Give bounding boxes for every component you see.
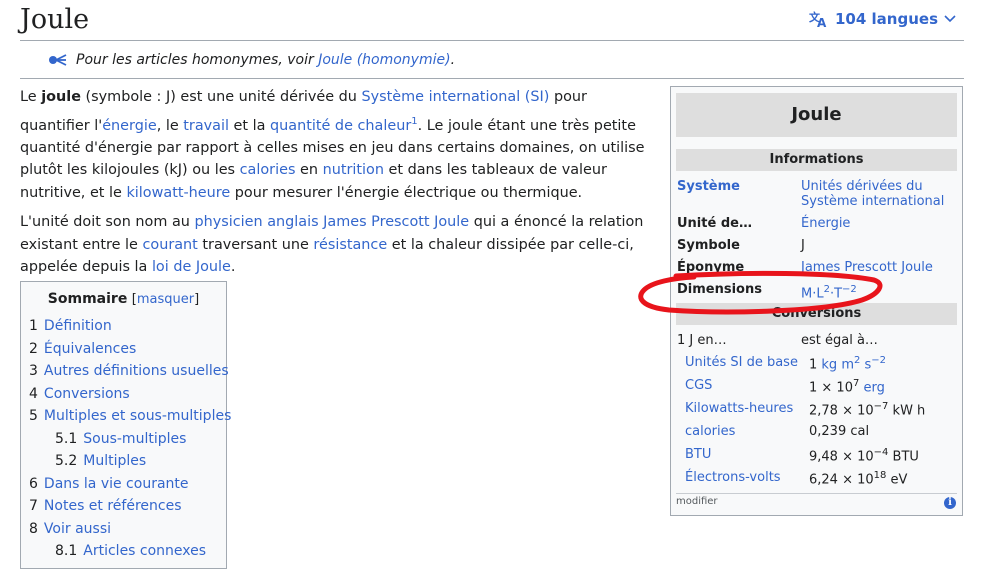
languages-button[interactable]: 文 A 104 langues — [809, 10, 956, 28]
infobox: Joule Informations Système Unités dérivé… — [670, 86, 963, 516]
link-joule-person[interactable]: James Prescott Joule — [323, 214, 469, 230]
toc-item[interactable]: 2 Équivalences — [21, 338, 226, 361]
page-header: Joule 文 A 104 langues — [20, 0, 964, 41]
link-energie[interactable]: énergie — [102, 117, 156, 133]
toc-title: Sommaire — [47, 291, 128, 307]
link-physicien[interactable]: physicien anglais — [194, 214, 318, 230]
infobox-section-conversions: Conversions — [676, 303, 957, 325]
disambiguation-icon — [49, 54, 67, 66]
toc-header: Sommaire [masquer] — [47, 291, 200, 307]
translate-icon: 文 A — [809, 10, 827, 28]
infobox-section-informations: Informations — [676, 149, 957, 171]
link-calories[interactable]: calories — [240, 162, 296, 178]
link-courant[interactable]: courant — [142, 237, 197, 253]
hatnote-link[interactable]: Joule (homonymie) — [318, 52, 450, 68]
svg-text:A: A — [817, 16, 827, 28]
hatnote-text: Pour les articles homonymes, voir Joule … — [76, 52, 456, 68]
toc-item[interactable]: 8 Voir aussi — [21, 518, 226, 541]
toc-item[interactable]: 4 Conversions — [21, 383, 226, 406]
toc-list: 1 Définition 2 Équivalences 3 Autres défini… — [21, 315, 231, 563]
toc-subitem[interactable]: 8.1 Articles connexes — [21, 540, 226, 563]
toc-item[interactable]: 1 Définition — [21, 315, 226, 338]
page-title: Joule — [20, 4, 90, 35]
divider — [20, 78, 964, 79]
infobox-title: Joule — [676, 93, 957, 137]
edit-link[interactable]: modifier — [676, 496, 718, 507]
toc-item[interactable]: 7 Notes et références — [21, 495, 226, 518]
link-si[interactable]: Système international (SI) — [362, 89, 550, 105]
chevron-down-icon — [944, 15, 956, 23]
link-travail[interactable]: travail — [183, 117, 229, 133]
toc-subitem[interactable]: 5.1 Sous-multiples — [21, 428, 226, 451]
toc-item[interactable]: 5 Multiples et sous-multiples — [21, 405, 231, 428]
link-nutrition[interactable]: nutrition — [323, 162, 384, 178]
article-content: Le joule (symbole : J) est une unité dér… — [20, 86, 645, 286]
link-chaleur[interactable]: quantité de chaleur — [270, 117, 411, 133]
toc-item[interactable]: 3 Autres définitions usuelles — [21, 360, 229, 383]
toc-item[interactable]: 6 Dans la vie courante — [21, 473, 226, 496]
toc-subitem[interactable]: 5.2 Multiples — [21, 450, 226, 473]
infobox-footer: modifier i — [676, 493, 957, 509]
table-of-contents: Sommaire [masquer] 1 Définition 2 Équivale… — [20, 281, 231, 569]
link-resistance[interactable]: résistance — [313, 237, 387, 253]
link-kilowatt-heure[interactable]: kilowatt-heure — [126, 185, 230, 201]
intro-paragraph-1: Le joule (symbole : J) est une unité dér… — [20, 89, 645, 201]
toc-toggle-button[interactable]: masquer — [137, 292, 194, 307]
languages-label: 104 langues — [835, 10, 938, 28]
info-icon[interactable]: i — [944, 497, 956, 509]
intro-paragraph-2: L'unité doit son nom au physicien anglai… — [20, 214, 644, 276]
link-loi-de-joule[interactable]: loi de Joule — [152, 259, 231, 275]
hatnote: Pour les articles homonymes, voir Joule … — [48, 52, 455, 68]
